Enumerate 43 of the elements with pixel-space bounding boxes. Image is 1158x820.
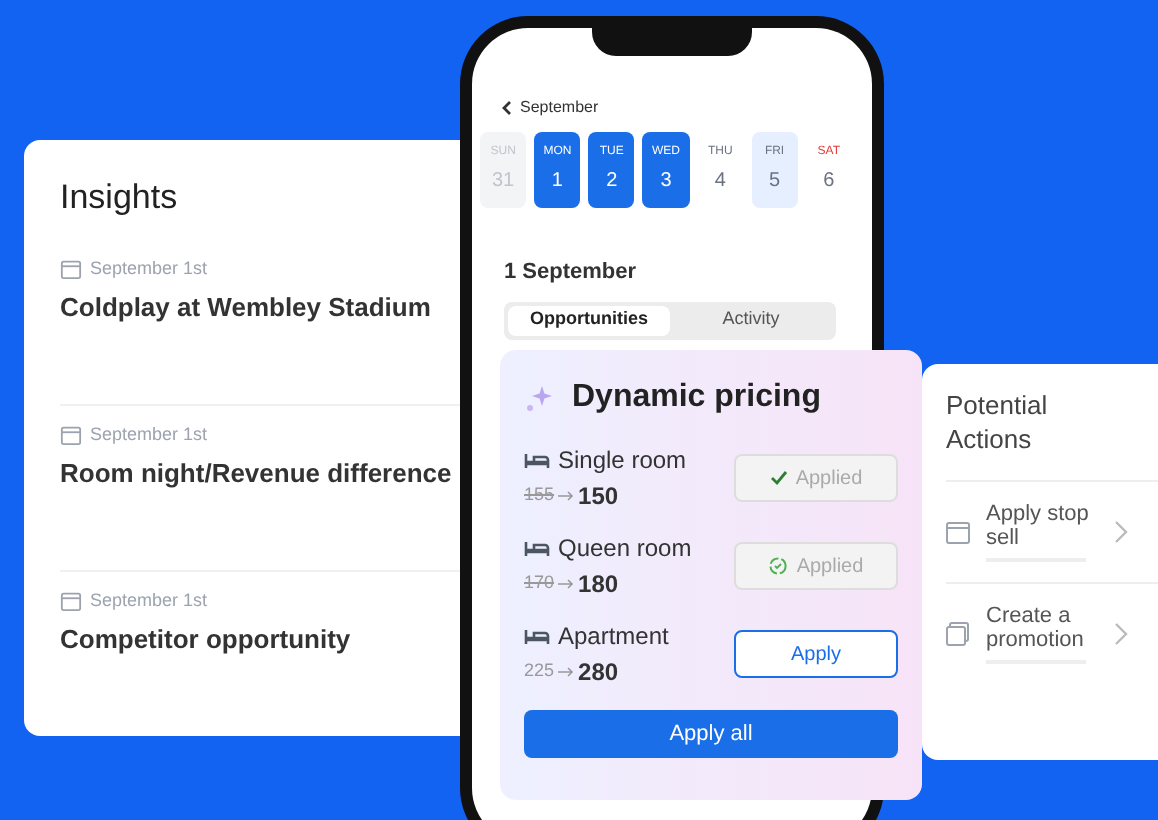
bed-icon bbox=[524, 539, 550, 557]
old-price: 155 bbox=[524, 482, 555, 509]
chevron-right-icon bbox=[1114, 520, 1128, 544]
calendar-icon bbox=[60, 423, 82, 446]
calendar-icon bbox=[946, 521, 970, 543]
old-price: 170 bbox=[524, 570, 555, 597]
insight-title[interactable]: Competitor opportunity bbox=[60, 620, 464, 660]
insight-title[interactable]: Coldplay at Wembley Stadium bbox=[60, 288, 464, 327]
new-price: 280 bbox=[578, 656, 619, 690]
insight-date: September 1st bbox=[90, 255, 208, 282]
card-title: Insights bbox=[60, 176, 180, 220]
insight-date: September 1st bbox=[90, 587, 208, 614]
arrow-right-icon bbox=[558, 490, 575, 502]
arrow-right-icon bbox=[558, 578, 575, 590]
action-row[interactable]: Create a promotion bbox=[946, 582, 1158, 684]
room-name: Single room bbox=[558, 444, 687, 478]
calendar-icon bbox=[60, 590, 82, 613]
new-price: 150 bbox=[578, 480, 619, 514]
old-price: 225 bbox=[524, 658, 555, 685]
tab[interactable]: Activity bbox=[670, 305, 832, 335]
sparkle-icon bbox=[524, 382, 556, 414]
calendar-icon bbox=[60, 257, 82, 280]
action-row[interactable]: Apply stop sell bbox=[946, 480, 1158, 582]
apply-all-button[interactable]: Apply all bbox=[524, 710, 898, 758]
chevron-right-icon bbox=[1114, 622, 1128, 646]
chevron-left-icon bbox=[500, 100, 512, 116]
action-label: Create a promotion bbox=[986, 604, 1086, 652]
card-title: Dynamic pricing bbox=[572, 378, 821, 418]
check-icon bbox=[769, 470, 788, 486]
insight-date: September 1st bbox=[90, 421, 208, 448]
insight-title[interactable]: Room night/Revenue difference bbox=[60, 454, 464, 494]
card-title: Potential Actions bbox=[946, 388, 1050, 456]
back-button[interactable]: September bbox=[500, 96, 852, 120]
new-price: 180 bbox=[578, 568, 619, 602]
room-name: Queen room bbox=[558, 532, 692, 566]
date-heading: 1 September bbox=[504, 258, 639, 288]
bed-icon bbox=[524, 451, 550, 469]
bed-icon bbox=[524, 627, 550, 645]
action-label: Apply stop sell bbox=[986, 502, 1091, 550]
tab[interactable]: Opportunities bbox=[508, 305, 670, 335]
room-name: Apartment bbox=[558, 620, 669, 654]
apply-button[interactable]: Apply bbox=[734, 630, 898, 678]
arrow-right-icon bbox=[558, 666, 575, 678]
